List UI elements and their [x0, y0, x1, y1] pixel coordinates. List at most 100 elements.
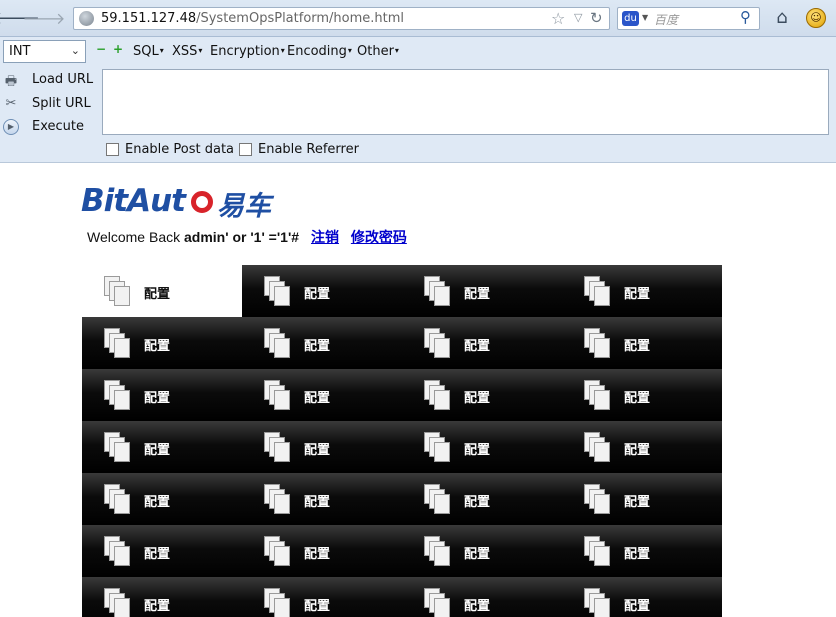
forward-arrow-icon[interactable]: 🡒 — [23, 8, 66, 28]
documents-icon — [584, 484, 610, 514]
config-tile[interactable]: 配置 — [402, 369, 562, 421]
bitauto-logo: BitAut 易车 — [81, 183, 291, 222]
reload-icon[interactable]: ↻ — [590, 9, 603, 27]
documents-icon — [424, 328, 450, 358]
config-tile[interactable]: 配置 — [242, 421, 402, 473]
bookmark-star-icon[interactable]: ☆ — [551, 9, 565, 28]
config-tile-label: 配置 — [624, 443, 651, 458]
config-tile[interactable]: 配置 — [562, 421, 722, 473]
documents-icon — [424, 380, 450, 410]
menu-xss[interactable]: XSS▾ — [172, 44, 202, 59]
config-tile-label: 配置 — [304, 599, 331, 614]
search-input[interactable]: 百度 — [654, 11, 678, 28]
split-url-label: Split URL — [32, 96, 91, 111]
config-tile[interactable]: 配置 — [82, 473, 242, 525]
config-tile-label: 配置 — [304, 547, 331, 562]
config-tile[interactable]: 配置 — [402, 265, 562, 317]
menu-encryption[interactable]: Encryption▾ — [210, 44, 285, 59]
documents-icon — [104, 432, 130, 462]
config-tile[interactable]: 配置 — [82, 577, 242, 617]
menu-other[interactable]: Other▾ — [357, 44, 399, 59]
url-text[interactable]: 59.151.127.48/SystemOpsPlatform/home.htm… — [101, 11, 404, 26]
config-tile[interactable]: 配置 — [402, 473, 562, 525]
config-tile[interactable]: 配置 — [82, 525, 242, 577]
config-tile[interactable]: 配置 — [82, 317, 242, 369]
documents-icon — [584, 276, 610, 306]
config-tile[interactable]: 配置 — [82, 369, 242, 421]
minus-icon[interactable]: − — [96, 43, 106, 55]
documents-icon — [584, 588, 610, 617]
config-tile-label: 配置 — [624, 495, 651, 510]
type-select[interactable]: INT ⌄ — [3, 40, 86, 63]
history-dropdown-icon[interactable]: ▽ — [574, 11, 582, 24]
change-password-link[interactable]: 修改密码 — [351, 229, 407, 245]
url-bar[interactable]: 59.151.127.48/SystemOpsPlatform/home.htm… — [73, 7, 610, 30]
config-tile-label: 配置 — [624, 287, 651, 302]
documents-icon — [264, 380, 290, 410]
type-select-value: INT — [9, 44, 31, 59]
execute-button[interactable]: ▶ Execute — [0, 116, 100, 138]
config-tile[interactable]: 配置 — [402, 525, 562, 577]
config-tile[interactable]: 配置 — [242, 317, 402, 369]
url-textarea[interactable] — [102, 69, 829, 135]
config-tile[interactable]: 配置 — [242, 577, 402, 617]
config-tile[interactable]: 配置 — [82, 265, 242, 317]
dropdown-arrow-icon: ▾ — [280, 46, 285, 55]
engine-dropdown-icon[interactable]: ▼ — [642, 13, 648, 22]
menu-encryption-label: Encryption — [210, 44, 280, 59]
config-tile-label: 配置 — [144, 495, 171, 510]
welcome-line: Welcome Back admin' or '1' ='1'# 注销 修改密码 — [87, 227, 407, 247]
split-url-button[interactable]: ✂ Split URL — [0, 93, 100, 115]
config-tile[interactable]: 配置 — [242, 525, 402, 577]
config-tile-label: 配置 — [464, 495, 491, 510]
hackbar-panel: INT ⌄ − + SQL▾ XSS▾ Encryption▾ Encoding… — [0, 37, 836, 163]
config-tile[interactable]: 配置 — [242, 369, 402, 421]
logout-link[interactable]: 注销 — [311, 229, 339, 245]
checkbox-box[interactable] — [106, 143, 119, 156]
config-tile[interactable]: 配置 — [562, 525, 722, 577]
documents-icon — [584, 536, 610, 566]
config-tile-grid: 配置 配置 配置 配置 配置 配置 配置 配置 配置 配置 配置 配置 配置 配置 配置 配置 配置 配置 配置 配置… — [82, 265, 722, 617]
config-tile[interactable]: 配置 — [562, 473, 722, 525]
globe-icon — [79, 11, 94, 26]
dropdown-arrow-icon: ▾ — [394, 46, 399, 55]
documents-icon — [584, 432, 610, 462]
config-tile-label: 配置 — [464, 287, 491, 302]
menu-other-label: Other — [357, 44, 394, 59]
config-tile[interactable]: 配置 — [562, 369, 722, 421]
menu-sql[interactable]: SQL▾ — [133, 44, 164, 59]
addon-face-icon[interactable]: ☺ — [806, 8, 826, 28]
documents-icon — [264, 328, 290, 358]
config-tile[interactable]: 配置 — [562, 317, 722, 369]
plus-icon[interactable]: + — [113, 43, 123, 55]
documents-icon — [584, 328, 610, 358]
search-bar[interactable]: du ▼ 百度 ⚲ — [617, 7, 760, 30]
config-tile[interactable]: 配置 — [82, 421, 242, 473]
config-tile[interactable]: 配置 — [402, 577, 562, 617]
magnifier-icon[interactable]: ⚲ — [740, 8, 751, 26]
documents-icon — [264, 588, 290, 617]
config-tile[interactable]: 配置 — [562, 265, 722, 317]
load-url-label: Load URL — [32, 72, 94, 87]
config-tile[interactable]: 配置 — [402, 317, 562, 369]
dropdown-arrow-icon: ▾ — [198, 46, 203, 55]
checkbox-box[interactable] — [239, 143, 252, 156]
config-tile[interactable]: 配置 — [242, 265, 402, 317]
documents-icon — [104, 276, 130, 306]
home-icon[interactable]: ⌂ — [770, 7, 794, 29]
config-tile-label: 配置 — [624, 547, 651, 562]
documents-icon — [584, 380, 610, 410]
config-tile[interactable]: 配置 — [562, 577, 722, 617]
config-tile[interactable]: 配置 — [242, 473, 402, 525]
documents-icon — [264, 276, 290, 306]
documents-icon — [104, 536, 130, 566]
menu-encoding[interactable]: Encoding▾ — [287, 44, 352, 59]
config-tile-label: 配置 — [464, 547, 491, 562]
config-tile-label: 配置 — [144, 287, 171, 302]
config-tile[interactable]: 配置 — [402, 421, 562, 473]
baidu-paw-icon[interactable]: du — [622, 11, 639, 26]
load-url-button[interactable]: 🖶 Load URL — [0, 69, 100, 91]
config-tile-label: 配置 — [144, 339, 171, 354]
documents-icon — [104, 328, 130, 358]
documents-icon — [104, 380, 130, 410]
